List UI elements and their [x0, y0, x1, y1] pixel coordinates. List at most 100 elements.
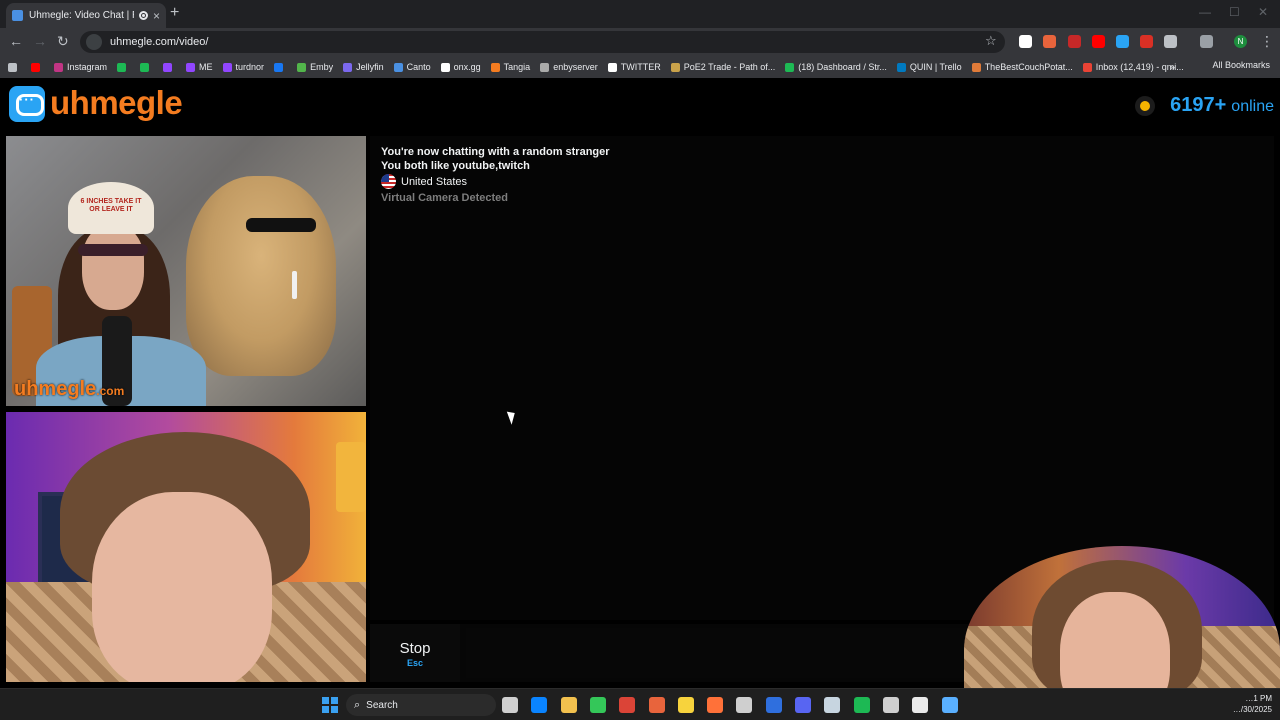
bookmark-favicon-icon	[274, 62, 284, 72]
taskbar-app-icon[interactable]	[531, 697, 548, 713]
bookmark-favicon-icon	[343, 62, 353, 72]
bookmark-favicon-icon	[393, 62, 403, 72]
new-tab-button[interactable]: +	[170, 4, 179, 22]
bookmark-favicon-icon	[117, 62, 127, 72]
bookmark-item[interactable]: Canto	[393, 62, 431, 72]
taskbar-app-icon[interactable]	[853, 697, 870, 713]
bookmark-item[interactable]: Tangia	[490, 62, 530, 72]
bookmark-item[interactable]: onx.gg	[440, 62, 481, 72]
bookmark-item[interactable]: PoE2 Trade - Path of...	[670, 62, 775, 72]
taskbar-app-icon[interactable]	[882, 697, 899, 713]
bookmark-favicon-icon	[222, 62, 232, 72]
extension-translate-icon[interactable]	[1116, 35, 1129, 48]
profile-avatar[interactable]: N	[1234, 35, 1247, 48]
bookmark-item[interactable]: Jellyfin	[343, 62, 384, 72]
bookmark-item[interactable]: turdnor	[222, 62, 264, 72]
stranger-face	[82, 226, 144, 310]
bookmark-item[interactable]: enbyserver	[540, 62, 598, 72]
bookmark-favicon-icon	[440, 62, 450, 72]
bookmark-label: Instagram	[67, 62, 108, 72]
taskbar-app-icon[interactable]	[941, 697, 958, 713]
uhmegle-logo-icon[interactable]	[9, 86, 45, 122]
menu-dots-icon[interactable]: ⋮	[1260, 33, 1274, 50]
bookmark-item[interactable]: Emby	[297, 62, 333, 72]
more-bookmarks-button[interactable]: »	[1170, 62, 1175, 72]
window-close-button[interactable]: ✕	[1258, 5, 1268, 19]
bookmark-item[interactable]	[140, 62, 153, 72]
bookmark-label: Jellyfin	[356, 62, 384, 72]
taskbar-app-icon[interactable]	[824, 697, 841, 713]
taskbar-app-icon[interactable]	[560, 697, 577, 713]
taskbar-clock[interactable]: …1 PM …/30/2025	[1233, 693, 1272, 715]
bookmark-item[interactable]: (18) Dashboard / Str...	[785, 62, 887, 72]
minimize-button[interactable]: —	[1199, 5, 1211, 19]
bookmark-label: TWITTER	[620, 62, 661, 72]
windows-start-icon[interactable]	[322, 697, 338, 713]
bookmark-label: QUIN | Trello	[909, 62, 962, 72]
self-face	[92, 492, 272, 682]
taskbar-app-icon[interactable]	[912, 697, 929, 713]
taskbar-app-icon[interactable]	[707, 697, 724, 713]
taskbar-app-icon[interactable]	[648, 697, 665, 713]
taskbar-app-icon[interactable]	[795, 697, 811, 713]
stop-label: Stop	[399, 640, 431, 657]
browser-tab[interactable]: Uhmegle: Video Chat | Random ×	[6, 3, 166, 28]
dog-sunglasses	[246, 218, 316, 232]
bookmark-item[interactable]: TheBestCouchPotat...	[971, 62, 1073, 72]
bookmark-favicon-icon	[490, 62, 500, 72]
taskbar-app-icon[interactable]	[765, 697, 782, 713]
bookmark-label: enbyserver	[553, 62, 598, 72]
bookmark-item[interactable]: Instagram	[54, 62, 107, 72]
taskbar-search[interactable]: ⌕ Search	[346, 694, 496, 716]
bookmark-item[interactable]: TWITTER	[607, 62, 661, 72]
lamp-shape	[336, 442, 366, 512]
bookmark-favicon-icon	[670, 62, 680, 72]
bookmark-label: TheBestCouchPotat...	[984, 62, 1073, 72]
taskbar-app-icon[interactable]	[619, 697, 636, 713]
bookmark-item[interactable]: ME	[186, 62, 213, 72]
back-button[interactable]: ←	[9, 33, 23, 49]
site-info-icon[interactable]	[86, 34, 102, 50]
extension-fox-icon[interactable]	[1043, 35, 1056, 48]
address-bar[interactable]: uhmegle.com/video/	[80, 31, 1005, 53]
forward-button[interactable]: →	[33, 33, 47, 49]
bookmark-item[interactable]	[163, 62, 176, 72]
bookmark-favicon-icon	[896, 62, 906, 72]
side-panel-icon[interactable]	[1200, 35, 1213, 48]
stop-button[interactable]: Stop Esc	[370, 624, 460, 682]
bookmark-item[interactable]	[274, 62, 287, 72]
bookmark-favicon-icon	[163, 62, 173, 72]
online-status-icon	[1140, 100, 1151, 111]
extension-k-icon[interactable]	[1019, 35, 1032, 48]
bookmark-favicon-icon	[971, 62, 981, 72]
extension-badge-icon[interactable]	[1068, 35, 1081, 48]
reload-button[interactable]: ↻	[57, 33, 69, 50]
bookmark-item[interactable]	[117, 62, 130, 72]
chat-common-interests: You both like youtube,twitch	[381, 160, 530, 172]
taskbar-app-icon[interactable]	[589, 697, 606, 713]
extension-red-icon[interactable]	[1140, 35, 1153, 48]
chat-message-input[interactable]	[466, 628, 966, 678]
maximize-button[interactable]: ☐	[1229, 5, 1240, 19]
bookmark-item[interactable]: Inbox (12,419) - qmi...	[1082, 62, 1184, 72]
extension-youtube-icon[interactable]	[1092, 35, 1105, 48]
taskbar-app-icon[interactable]	[502, 697, 518, 713]
tab-close-button[interactable]: ×	[153, 9, 160, 23]
site-logo-text[interactable]: uhmegle	[50, 84, 183, 122]
browser-toolbar: ← → ↻ uhmegle.com/video/ ☆ N ⋮	[0, 28, 1280, 56]
taskbar-app-icon[interactable]	[677, 697, 694, 713]
search-label: Search	[366, 699, 398, 711]
taskbar-app-icon[interactable]	[736, 697, 753, 713]
bookmark-item[interactable]	[31, 62, 44, 72]
hat-text: 6 INCHES TAKE IT OR LEAVE IT	[80, 198, 142, 213]
extensions-puzzle-icon[interactable]	[1164, 35, 1177, 48]
us-flag-icon	[381, 174, 396, 189]
watermark-text: uhmegle	[14, 378, 97, 400]
bookmark-star-icon[interactable]: ☆	[985, 33, 997, 49]
bookmark-item[interactable]: QUIN | Trello	[896, 62, 962, 72]
virtual-camera-warning: Virtual Camera Detected	[381, 192, 508, 204]
apps-grid-icon[interactable]	[8, 62, 21, 72]
all-bookmarks-button[interactable]: All Bookmarks	[1212, 60, 1270, 70]
online-count: 6197+	[1170, 94, 1227, 116]
bookmarks-bar: Instagram ME turdnor Emby Jellyfin Canto onx.g…	[0, 56, 1280, 78]
